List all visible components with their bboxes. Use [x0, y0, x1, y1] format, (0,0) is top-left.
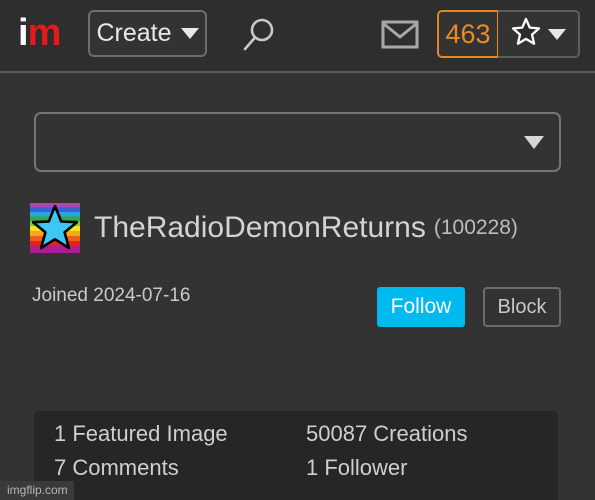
create-button[interactable]: Create	[88, 10, 207, 57]
avatar[interactable]	[30, 203, 80, 253]
create-button-label: Create	[96, 19, 172, 47]
page-select-dropdown[interactable]	[34, 112, 561, 172]
logo-letter-i: i	[18, 12, 29, 54]
imgflip-logo[interactable]: im	[18, 11, 62, 55]
logo-letter-m: m	[27, 12, 62, 54]
profile-header-row: TheRadioDemonReturns (100228)	[30, 203, 518, 253]
user-menu-button[interactable]	[498, 10, 580, 58]
profile-user-id: (100228)	[433, 216, 518, 239]
star-outline-icon	[511, 17, 541, 51]
block-button[interactable]: Block	[483, 287, 561, 327]
stat-featured-images[interactable]: 1 Featured Image	[54, 422, 228, 446]
stat-followers[interactable]: 1 Follower	[306, 456, 407, 480]
stat-comments[interactable]: 7 Comments	[54, 456, 179, 480]
site-header: im Create 463	[0, 0, 595, 73]
star-icon	[32, 205, 78, 250]
envelope-icon[interactable]	[381, 18, 419, 50]
imgflip-watermark: imgflip.com	[0, 481, 74, 500]
joined-date: Joined 2024-07-16	[32, 285, 191, 306]
stat-creations[interactable]: 50087 Creations	[306, 422, 467, 446]
follow-button[interactable]: Follow	[377, 287, 465, 327]
points-value: 463	[445, 18, 491, 49]
search-icon[interactable]	[238, 16, 278, 56]
chevron-down-icon	[547, 28, 566, 40]
chevron-down-icon	[180, 28, 199, 39]
chevron-down-icon	[524, 136, 544, 149]
profile-username[interactable]: TheRadioDemonReturns	[94, 212, 426, 244]
points-badge[interactable]: 463	[437, 10, 499, 58]
profile-stats-panel: 1 Featured Image 50087 Creations 7 Comme…	[34, 411, 558, 500]
